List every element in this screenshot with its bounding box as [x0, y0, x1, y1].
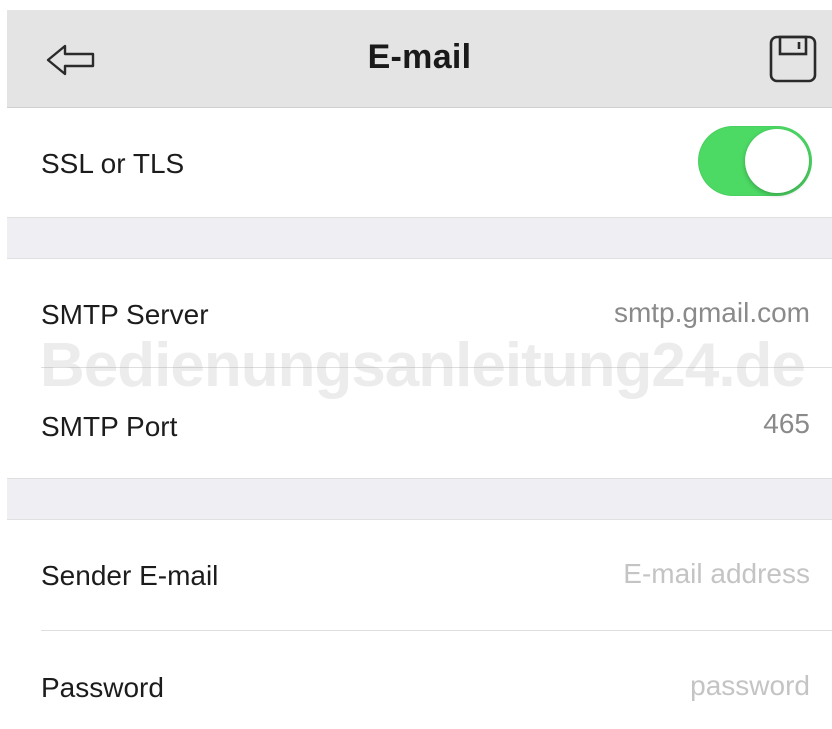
- ssl-tls-row: SSL or TLS: [7, 108, 832, 216]
- ssl-tls-label: SSL or TLS: [41, 148, 185, 179]
- sender-email-row: Sender E-mail: [7, 520, 832, 630]
- password-input[interactable]: [450, 670, 810, 702]
- section-separator: [7, 217, 832, 259]
- section-separator: [7, 478, 832, 520]
- navigation-bar: E-mail: [7, 10, 832, 108]
- smtp-port-value: 465: [763, 408, 810, 439]
- sender-email-input[interactable]: [450, 558, 810, 590]
- password-label: Password: [41, 672, 164, 703]
- smtp-server-row[interactable]: SMTP Server smtp.gmail.com: [7, 259, 832, 367]
- sender-email-label: Sender E-mail: [41, 560, 219, 591]
- smtp-server-value: smtp.gmail.com: [613, 297, 810, 328]
- password-row: Password: [7, 631, 832, 729]
- page-title: E-mail: [367, 38, 472, 76]
- save-button[interactable]: [766, 32, 820, 86]
- toggle-knob: [745, 129, 809, 193]
- smtp-port-label: SMTP Port: [41, 411, 178, 442]
- ssl-tls-toggle[interactable]: [698, 126, 812, 196]
- smtp-server-label: SMTP Server: [41, 299, 209, 330]
- save-icon: [769, 35, 817, 83]
- smtp-port-row[interactable]: SMTP Port 465: [7, 368, 832, 478]
